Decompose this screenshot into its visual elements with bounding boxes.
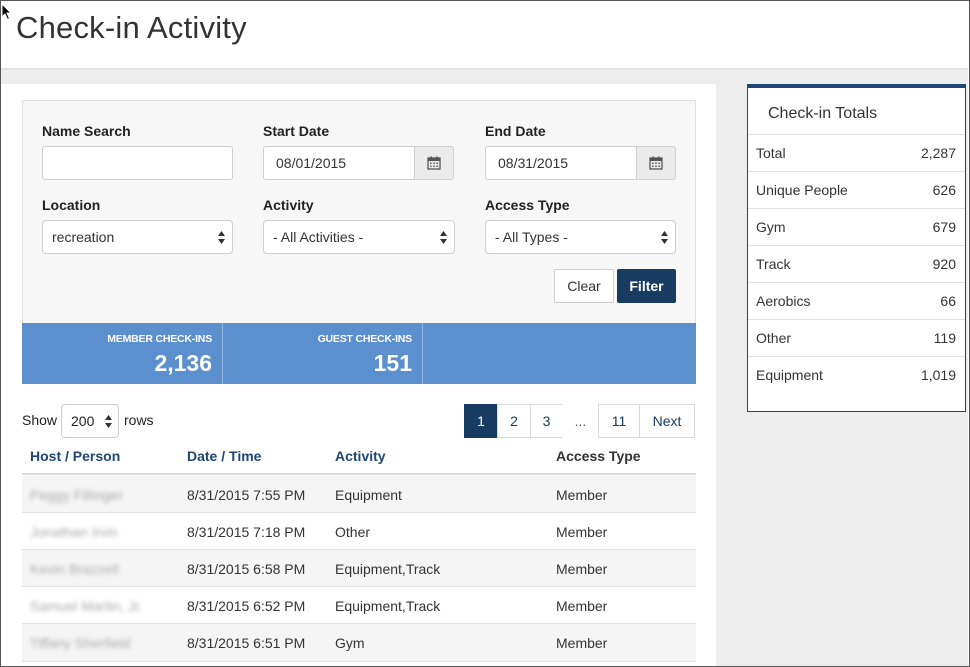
guest-checkins-stat: GUEST CHECK-INS 151: [222, 323, 422, 384]
start-date-calendar-button[interactable]: [414, 146, 454, 180]
totals-value: 920: [932, 256, 956, 272]
start-date-input[interactable]: 08/01/2015: [263, 146, 415, 180]
end-date-calendar-button[interactable]: [636, 146, 676, 180]
select-arrows-icon: [105, 415, 112, 428]
totals-value: 66: [940, 293, 956, 309]
totals-row-total: Total 2,287: [748, 135, 965, 172]
stat-label: GUEST CHECK-INS: [317, 333, 413, 345]
table-header: Host / Person Date / Time Activity Acces…: [22, 440, 696, 475]
totals-value: 2,287: [920, 145, 956, 161]
row-activity: Equipment,Track: [335, 561, 441, 577]
row-access-type: Member: [556, 524, 608, 540]
pagination: 1 2 3 ... 11 Next: [464, 404, 695, 438]
page-title: Check-in Activity: [16, 10, 247, 45]
table-row[interactable]: Jonathan Irvin 8/31/2015 7:18 PM Other M…: [22, 513, 696, 550]
totals-label: Track: [756, 256, 791, 272]
row-person: Jonathan Irvin: [30, 524, 118, 540]
totals-value: 1,019: [920, 367, 956, 383]
select-arrows-icon: [661, 231, 668, 244]
totals-row-other: Other 119: [748, 320, 965, 357]
column-header-activity[interactable]: Activity: [335, 448, 386, 464]
page-ellipsis: ...: [562, 404, 599, 438]
column-header-access-type: Access Type: [556, 448, 641, 464]
totals-row-gym: Gym 679: [748, 209, 965, 246]
row-access-type: Member: [556, 635, 608, 651]
location-label: Location: [42, 197, 101, 213]
row-datetime: 8/31/2015 6:52 PM: [187, 598, 306, 614]
totals-value: 679: [932, 219, 956, 235]
access-type-label: Access Type: [485, 197, 570, 213]
page-1-button[interactable]: 1: [464, 404, 498, 438]
clear-button[interactable]: Clear: [554, 269, 614, 303]
stats-bar: MEMBER CHECK-INS 2,136 GUEST CHECK-INS 1…: [22, 323, 696, 384]
totals-row-unique-people: Unique People 626: [748, 172, 965, 209]
activity-label: Activity: [263, 197, 314, 213]
location-select-value: recreation: [52, 229, 115, 245]
table-row[interactable]: Tiffany Sherfield 8/31/2015 6:51 PM Gym …: [22, 624, 696, 662]
next-page-button[interactable]: Next: [639, 404, 695, 438]
page-11-button[interactable]: 11: [598, 404, 640, 438]
select-arrows-icon: [218, 231, 225, 244]
activity-select-value: - All Activities -: [273, 229, 364, 245]
totals-title: Check-in Totals: [768, 105, 878, 122]
select-arrows-icon: [440, 231, 447, 244]
calendar-icon: [427, 156, 441, 170]
access-type-select[interactable]: - All Types -: [485, 220, 676, 254]
stat-value: 2,136: [154, 350, 212, 376]
start-date-label: Start Date: [263, 123, 330, 139]
rows-label: rows: [124, 412, 154, 428]
row-person: Samuel Martin, Jr.: [30, 598, 143, 614]
row-access-type: Member: [556, 487, 608, 503]
rows-per-page-select[interactable]: 200: [61, 404, 119, 438]
page-3-button[interactable]: 3: [530, 404, 563, 438]
row-person: Tiffany Sherfield: [30, 635, 131, 651]
totals-label: Other: [756, 330, 792, 346]
access-type-select-value: - All Types -: [495, 229, 568, 245]
totals-label: Total: [756, 145, 786, 161]
totals-label: Gym: [756, 219, 786, 235]
location-select[interactable]: recreation: [42, 220, 233, 254]
table-row[interactable]: Samuel Martin, Jr. 8/31/2015 6:52 PM Equ…: [22, 587, 696, 624]
calendar-icon: [649, 156, 663, 170]
page-2-button[interactable]: 2: [497, 404, 531, 438]
column-header-datetime[interactable]: Date / Time: [187, 448, 261, 464]
totals-row-track: Track 920: [748, 246, 965, 283]
row-datetime: 8/31/2015 7:55 PM: [187, 487, 306, 503]
totals-row-aerobics: Aerobics 66: [748, 283, 965, 320]
stat-label: MEMBER CHECK-INS: [107, 333, 212, 345]
row-datetime: 8/31/2015 7:18 PM: [187, 524, 306, 540]
name-search-input[interactable]: [42, 146, 233, 180]
show-label: Show: [22, 412, 58, 428]
row-person: Peggy Fillinger: [30, 487, 123, 503]
totals-label: Aerobics: [756, 293, 811, 309]
totals-row-equipment: Equipment 1,019: [748, 357, 965, 394]
row-activity: Equipment: [335, 487, 402, 503]
totals-label: Equipment: [756, 367, 823, 383]
table-row[interactable]: Kevin Brazzell 8/31/2015 6:58 PM Equipme…: [22, 550, 696, 587]
checkin-totals-panel: Check-in Totals Total 2,287 Unique Peopl…: [747, 84, 966, 412]
end-date-label: End Date: [485, 123, 546, 139]
mouse-cursor-icon: [1, 3, 13, 21]
column-header-person[interactable]: Host / Person: [30, 448, 120, 464]
row-access-type: Member: [556, 561, 608, 577]
totals-value: 626: [932, 182, 956, 198]
stat-value: 151: [373, 350, 412, 376]
member-checkins-stat: MEMBER CHECK-INS 2,136: [22, 323, 222, 384]
table-row[interactable]: Peggy Fillinger 8/31/2015 7:55 PM Equipm…: [22, 476, 696, 513]
totals-label: Unique People: [756, 182, 848, 198]
row-datetime: 8/31/2015 6:58 PM: [187, 561, 306, 577]
rows-per-page-value: 200: [71, 413, 95, 429]
end-date-input[interactable]: 08/31/2015: [485, 146, 637, 180]
row-activity: Gym: [335, 635, 365, 651]
row-person: Kevin Brazzell: [30, 561, 119, 577]
stat-divider: [422, 323, 423, 384]
activity-select[interactable]: - All Activities -: [263, 220, 455, 254]
filter-button[interactable]: Filter: [617, 269, 676, 303]
name-search-label: Name Search: [42, 123, 131, 139]
row-activity: Equipment,Track: [335, 598, 441, 614]
row-activity: Other: [335, 524, 371, 540]
row-access-type: Member: [556, 598, 608, 614]
totals-value: 119: [933, 330, 956, 346]
row-datetime: 8/31/2015 6:51 PM: [187, 635, 306, 651]
